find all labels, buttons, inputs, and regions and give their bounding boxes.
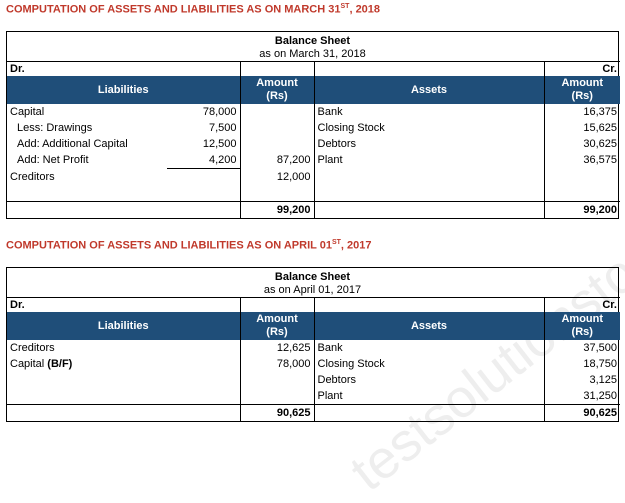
cr-label: Cr. xyxy=(543,61,620,76)
total-row: 99,200 99,200 xyxy=(7,201,620,218)
table-row: Add: Additional Capital 12,500 Debtors 3… xyxy=(7,136,620,152)
section-title-march: COMPUTATION OF ASSETS AND LIABILITIES AS… xyxy=(6,3,381,16)
cr-label: Cr. xyxy=(543,297,620,312)
balance-sheet-april: Balance Sheet as on April 01, 2017 Dr. C… xyxy=(6,267,620,422)
table-row-spacer xyxy=(7,185,620,202)
header-amount: Amount (Rs) xyxy=(239,76,314,104)
total-row: 90,625 90,625 xyxy=(7,404,620,421)
sheet-title: Balance Sheet xyxy=(274,35,351,47)
sheet-date: as on April 01, 2017 xyxy=(263,284,362,296)
header-liabilities: Liabilities xyxy=(7,312,240,340)
balance-table: Dr. Cr. Liabilities Amount (Rs) Assets Am… xyxy=(7,297,620,421)
header-amount: Amount (Rs) xyxy=(239,312,314,340)
balance-sheet-march: Balance Sheet as on March 31, 2018 Dr. C… xyxy=(6,31,620,219)
header-amount: Amount (Rs) xyxy=(543,312,620,340)
table-row: Debtors 3,125 xyxy=(7,372,620,388)
balance-table: Dr. Cr. Liabilities Amount (Rs) Assets Am… xyxy=(7,61,620,218)
sheet-caption: Balance Sheet as on March 31, 2018 xyxy=(7,32,618,61)
section-title-april: COMPUTATION OF ASSETS AND LIABILITIES AS… xyxy=(6,239,372,252)
total-assets: 99,200 xyxy=(543,201,620,218)
table-row: Capital 78,000 Bank 16,375 xyxy=(7,104,620,120)
header-liabilities: Liabilities xyxy=(7,76,240,104)
dr-label: Dr. xyxy=(7,61,167,76)
table-row: Creditors 12,625 Bank 37,500 xyxy=(7,340,620,356)
total-liabilities: 99,200 xyxy=(239,201,314,218)
header-assets: Assets xyxy=(313,76,544,104)
table-row: Capital (B/F) 78,000 Closing Stock 18,75… xyxy=(7,356,620,372)
table-row: Creditors 12,000 xyxy=(7,168,620,185)
header-amount: Amount (Rs) xyxy=(543,76,620,104)
dr-label: Dr. xyxy=(7,297,167,312)
total-assets: 90,625 xyxy=(543,404,620,421)
table-row: Add: Net Profit 4,200 87,200 Plant 36,57… xyxy=(7,152,620,169)
total-liabilities: 90,625 xyxy=(239,404,314,421)
header-assets: Assets xyxy=(313,312,544,340)
sheet-title: Balance Sheet xyxy=(274,271,351,283)
table-row: Less: Drawings 7,500 Closing Stock 15,62… xyxy=(7,120,620,136)
sheet-caption: Balance Sheet as on April 01, 2017 xyxy=(7,268,618,297)
sheet-date: as on March 31, 2018 xyxy=(259,48,366,60)
table-row: Plant 31,250 xyxy=(7,388,620,405)
